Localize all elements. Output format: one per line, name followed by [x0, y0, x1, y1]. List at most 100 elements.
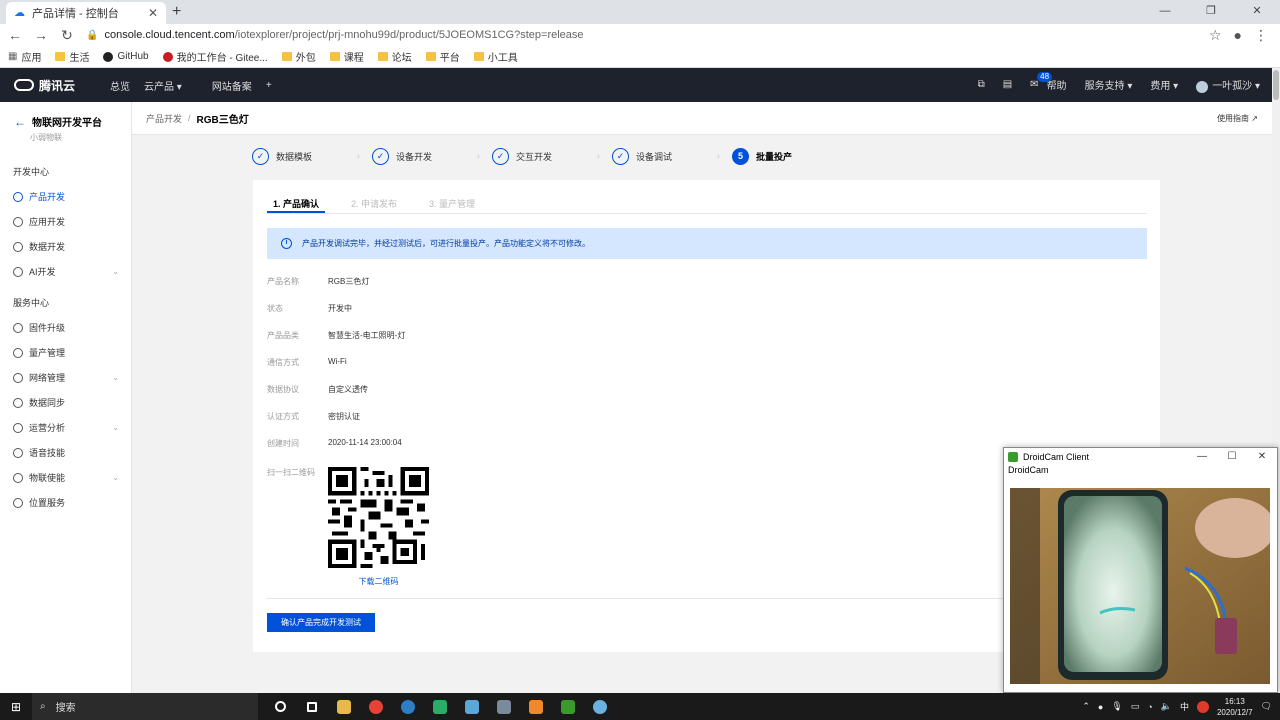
support-menu[interactable]: 服务支持 ▾ [1085, 77, 1133, 92]
nav-add[interactable]: + [266, 80, 272, 91]
bookmark-star-icon[interactable]: ☆ [1209, 27, 1222, 44]
sidebar-item-iot[interactable]: 物联使能 ⌄ [0, 465, 131, 490]
sidebar-item-data-dev[interactable]: 数据开发 [0, 234, 131, 259]
sidebar-item-production[interactable]: 量产管理 [0, 340, 131, 365]
usage-guide-link[interactable]: 使用指南 ↗ [1217, 113, 1258, 124]
droidcam-menu[interactable]: DroidCam [1004, 465, 1277, 479]
tab-production-manage[interactable]: 3. 量产管理 [423, 192, 481, 213]
sidebar-item-voice[interactable]: 语音技能 [0, 440, 131, 465]
chevron-right-icon: › [476, 151, 480, 162]
browser-tab[interactable]: ☁ 产品详情 - 控制台 ✕ [6, 2, 166, 24]
bookmark-nav-icon[interactable]: ⧉ [978, 79, 985, 90]
sidebar-item-firmware[interactable]: 固件升级 [0, 315, 131, 340]
bookmark-github[interactable]: GitHub [103, 51, 149, 62]
new-tab-icon[interactable]: + [172, 3, 181, 21]
bookmark-folder[interactable]: 课程 [329, 49, 364, 64]
droidcam-titlebar[interactable]: DroidCam Client — ☐ ✕ [1004, 448, 1277, 465]
bookmark-folder[interactable]: 论坛 [377, 49, 412, 64]
wechat-icon[interactable] [424, 693, 456, 720]
brand-logo[interactable]: 腾讯云 [14, 77, 96, 94]
calculator-icon[interactable] [488, 693, 520, 720]
sidebar-item-location[interactable]: 位置服务 [0, 490, 131, 515]
nav-overview[interactable]: 总览 [110, 78, 130, 93]
folder-icon [473, 52, 484, 61]
step-data-template[interactable]: ✓ 数据模板 › [252, 148, 372, 165]
clock[interactable]: 16:13 2020/12/7 [1217, 696, 1253, 718]
sogou-icon[interactable] [1196, 700, 1209, 713]
step-device-dev[interactable]: ✓ 设备开发 › [372, 148, 492, 165]
chevron-up-icon[interactable]: ⌃ [1082, 701, 1090, 712]
sidebar-item-product-dev[interactable]: 产品开发 [0, 184, 131, 209]
bookmark-gitee[interactable]: 我的工作台 - Gitee... [162, 49, 268, 64]
reload-icon[interactable]: ↻ [56, 27, 78, 44]
sidebar-item-sync[interactable]: 数据同步 [0, 390, 131, 415]
sublime-icon[interactable] [520, 693, 552, 720]
check-icon: ✓ [372, 148, 389, 165]
ime-indicator[interactable]: 中 [1180, 700, 1189, 713]
notification-icon[interactable]: 🗨 [1261, 701, 1272, 712]
cortana-icon[interactable] [264, 693, 296, 720]
user-tray-icon[interactable]: ● [1098, 702, 1103, 712]
file-explorer-icon[interactable] [328, 693, 360, 720]
billing-menu[interactable]: 费用 ▾ [1150, 77, 1178, 92]
avatar-icon [1196, 80, 1209, 93]
vscode-icon[interactable] [392, 693, 424, 720]
field-row: 产品品类 智慧生活-电工照明-灯 [267, 331, 406, 340]
sidebar-item-analytics[interactable]: 运营分析 ⌄ [0, 415, 131, 440]
user-menu[interactable]: 一叶孤沙 ▾ [1196, 77, 1260, 93]
back-icon[interactable]: ← [4, 27, 26, 43]
mic-icon[interactable]: 🎙 [1111, 701, 1122, 712]
back-to-platform[interactable]: ← 物联网开发平台 [14, 114, 131, 130]
chevron-down-icon: ⌄ [112, 423, 119, 432]
close-icon[interactable]: ✕ [1247, 451, 1277, 462]
confirm-dev-test-button[interactable]: 确认产品完成开发测试 [267, 613, 375, 632]
task-view-icon[interactable] [296, 693, 328, 720]
battery-icon[interactable]: ▭ [1131, 701, 1140, 712]
tab-apply-release[interactable]: 2. 申请发布 [345, 192, 403, 213]
nav-icp[interactable]: 网站备案 [212, 78, 252, 93]
field-row: 产品名称 RGB三色灯 [267, 277, 370, 286]
close-tab-icon[interactable]: ✕ [148, 6, 158, 20]
windows-start-icon[interactable]: ⊞ [0, 700, 32, 714]
sidebar-item-ai-dev[interactable]: AI开发 ⌄ [0, 259, 131, 284]
bookmark-folder[interactable]: 小工具 [473, 49, 518, 64]
app-icon[interactable] [456, 693, 488, 720]
bookmark-folder[interactable]: 平台 [425, 49, 460, 64]
location-icon [13, 497, 23, 508]
project-name: 小弱物联 [30, 133, 62, 142]
scrollbar-thumb[interactable] [1273, 70, 1279, 100]
misc-app-icon[interactable] [584, 693, 616, 720]
bookmark-folder[interactable]: 生活 [55, 49, 89, 64]
document-icon[interactable]: ▤ [1003, 79, 1012, 90]
minimize-icon[interactable]: — [1142, 0, 1188, 24]
taskbar-search[interactable]: ⌕ 搜索 [32, 693, 258, 720]
mail-icon[interactable]: ✉ 48 [1030, 72, 1053, 90]
chrome-icon[interactable] [360, 693, 392, 720]
close-window-icon[interactable]: ✕ [1234, 0, 1280, 24]
sidebar-item-network[interactable]: 网络管理 ⌄ [0, 365, 131, 390]
minimize-icon[interactable]: — [1187, 451, 1217, 462]
breadcrumb-parent[interactable]: 产品开发 [146, 112, 182, 125]
url-field[interactable]: 🔒 console.cloud.tencent.com/iotexplorer/… [86, 29, 1209, 41]
maximize-icon[interactable]: ☐ [1217, 451, 1247, 462]
profile-icon[interactable]: ● [1234, 27, 1242, 44]
restore-icon[interactable]: ❐ [1188, 0, 1234, 24]
forward-icon[interactable]: → [30, 27, 52, 43]
qr-code-image [328, 467, 429, 568]
step-device-debug[interactable]: ✓ 设备调试 › [612, 148, 732, 165]
step-mass-production[interactable]: 5 批量投产 [732, 148, 852, 165]
bookmarks-bar: ▦ 应用 生活 GitHub 我的工作台 - Gitee... 外包 课程 论坛 … [0, 46, 1280, 68]
volume-icon[interactable]: 🔈 [1161, 701, 1172, 712]
download-qr-link[interactable]: 下载二维码 [328, 576, 429, 587]
chevron-down-icon: ⌄ [112, 473, 119, 482]
menu-icon[interactable]: ⋮ [1254, 27, 1268, 44]
bookmark-folder[interactable]: 外包 [281, 49, 316, 64]
step-interaction-dev[interactable]: ✓ 交互开发 › [492, 148, 612, 165]
tab-product-confirm[interactable]: 1. 产品确认 [267, 192, 326, 213]
check-icon: ✓ [612, 148, 629, 165]
network-tray-icon[interactable]: ◔ [1147, 702, 1152, 712]
bookmark-apps[interactable]: ▦ 应用 [8, 49, 41, 64]
droidcam-taskbar-icon[interactable] [552, 693, 584, 720]
nav-products[interactable]: 云产品 ▾ [144, 78, 182, 93]
sidebar-item-app-dev[interactable]: 应用开发 [0, 209, 131, 234]
